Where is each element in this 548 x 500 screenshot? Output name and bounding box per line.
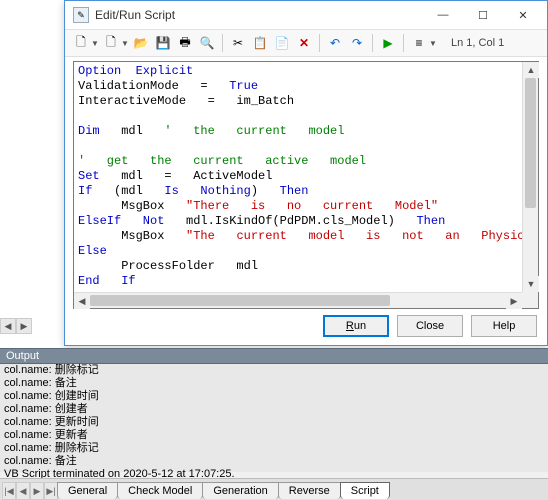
tab-bar: |◀ ◀ ▶ ▶| General Check Model Generation… bbox=[0, 478, 548, 500]
scroll-down-icon[interactable]: ▼ bbox=[523, 276, 539, 292]
chevron-down-icon[interactable]: ▼ bbox=[121, 39, 129, 48]
output-line: col.name: 更新者 bbox=[4, 429, 544, 442]
scroll-right-icon[interactable]: ▶ bbox=[506, 293, 522, 309]
chevron-down-icon[interactable]: ▼ bbox=[429, 39, 437, 48]
tab-nav-prev-icon[interactable]: ◀ bbox=[16, 482, 30, 500]
tab-nav-first-icon[interactable]: |◀ bbox=[2, 482, 16, 500]
maximize-button[interactable]: ☐ bbox=[463, 3, 503, 27]
help-button[interactable]: Help bbox=[471, 315, 537, 337]
paste-icon[interactable]: 📄 bbox=[272, 33, 292, 53]
output-body[interactable]: col.name: 删除标记 col.name: 备注 col.name: 创建… bbox=[0, 364, 548, 472]
output-line: col.name: 更新时间 bbox=[4, 416, 544, 429]
separator bbox=[372, 34, 373, 52]
output-line: col.name: 备注 bbox=[4, 455, 544, 468]
scroll-corner bbox=[522, 292, 538, 308]
scroll-left-icon[interactable]: ◀ bbox=[0, 318, 16, 334]
dialog-buttons: RRunun Close Help bbox=[323, 315, 537, 337]
delete-icon[interactable]: ✕ bbox=[294, 33, 314, 53]
cut-icon[interactable]: ✂ bbox=[228, 33, 248, 53]
open-icon[interactable]: 📂 bbox=[131, 33, 151, 53]
menu-icon[interactable]: ≡ bbox=[409, 33, 429, 53]
scroll-right-icon[interactable]: ▶ bbox=[16, 318, 32, 334]
separator bbox=[403, 34, 404, 52]
redo-icon[interactable]: ↷ bbox=[347, 33, 367, 53]
tab-reverse[interactable]: Reverse bbox=[278, 482, 341, 499]
separator bbox=[319, 34, 320, 52]
save-icon[interactable]: 💾 bbox=[153, 33, 173, 53]
tab-check-model[interactable]: Check Model bbox=[117, 482, 203, 499]
minimize-button[interactable]: — bbox=[423, 3, 463, 27]
dialog-title: Edit/Run Script bbox=[95, 8, 423, 22]
code-content[interactable]: Option Explicit ValidationMode = True In… bbox=[74, 62, 522, 292]
find-icon[interactable]: 🔍 bbox=[197, 33, 217, 53]
separator bbox=[222, 34, 223, 52]
close-button[interactable]: Close bbox=[397, 315, 463, 337]
scroll-left-icon[interactable]: ◀ bbox=[74, 293, 90, 309]
chevron-down-icon[interactable]: ▼ bbox=[91, 39, 99, 48]
tab-script[interactable]: Script bbox=[340, 482, 390, 499]
output-line: col.name: 删除标记 bbox=[4, 442, 544, 455]
tab-nav-next-icon[interactable]: ▶ bbox=[30, 482, 44, 500]
titlebar: ✎ Edit/Run Script — ☐ ✕ bbox=[65, 1, 547, 29]
output-line: col.name: 备注 bbox=[4, 377, 544, 390]
undo-icon[interactable]: ↶ bbox=[325, 33, 345, 53]
tab-general[interactable]: General bbox=[57, 482, 118, 499]
output-line: col.name: 创建者 bbox=[4, 403, 544, 416]
output-line: col.name: 创建时间 bbox=[4, 390, 544, 403]
cursor-position: Ln 1, Col 1 bbox=[451, 37, 504, 49]
run-icon[interactable]: ▶ bbox=[378, 33, 398, 53]
vertical-scrollbar[interactable]: ▲ ▼ bbox=[522, 62, 538, 292]
new-icon[interactable]: 🗋 bbox=[71, 33, 91, 53]
new-doc-icon[interactable]: 🗋 bbox=[101, 33, 121, 53]
output-header: Output bbox=[0, 348, 548, 364]
toolbar: 🗋 ▼ 🗋 ▼ 📂 💾 🖶 🔍 ✂ 📋 📄 ✕ ↶ ↷ ▶ ≡ ▼ Ln 1, … bbox=[65, 29, 547, 57]
output-line: col.name: 删除标记 bbox=[4, 364, 544, 377]
edit-run-script-dialog: ✎ Edit/Run Script — ☐ ✕ 🗋 ▼ 🗋 ▼ 📂 💾 🖶 🔍 … bbox=[64, 0, 548, 346]
scroll-thumb[interactable] bbox=[525, 78, 536, 208]
tab-nav-last-icon[interactable]: ▶| bbox=[44, 482, 58, 500]
code-editor[interactable]: Option Explicit ValidationMode = True In… bbox=[73, 61, 539, 309]
run-button[interactable]: RRunun bbox=[323, 315, 389, 337]
close-window-button[interactable]: ✕ bbox=[503, 3, 543, 27]
tab-generation[interactable]: Generation bbox=[202, 482, 278, 499]
background-scrollbar[interactable]: ◀ ▶ bbox=[0, 310, 60, 342]
scroll-up-icon[interactable]: ▲ bbox=[523, 62, 539, 78]
copy-icon[interactable]: 📋 bbox=[250, 33, 270, 53]
scroll-thumb[interactable] bbox=[90, 295, 390, 306]
script-icon: ✎ bbox=[73, 7, 89, 23]
horizontal-scrollbar[interactable]: ◀ ▶ bbox=[74, 292, 522, 308]
print-icon[interactable]: 🖶 bbox=[175, 33, 195, 53]
output-panel: Output col.name: 删除标记 col.name: 备注 col.n… bbox=[0, 348, 548, 472]
